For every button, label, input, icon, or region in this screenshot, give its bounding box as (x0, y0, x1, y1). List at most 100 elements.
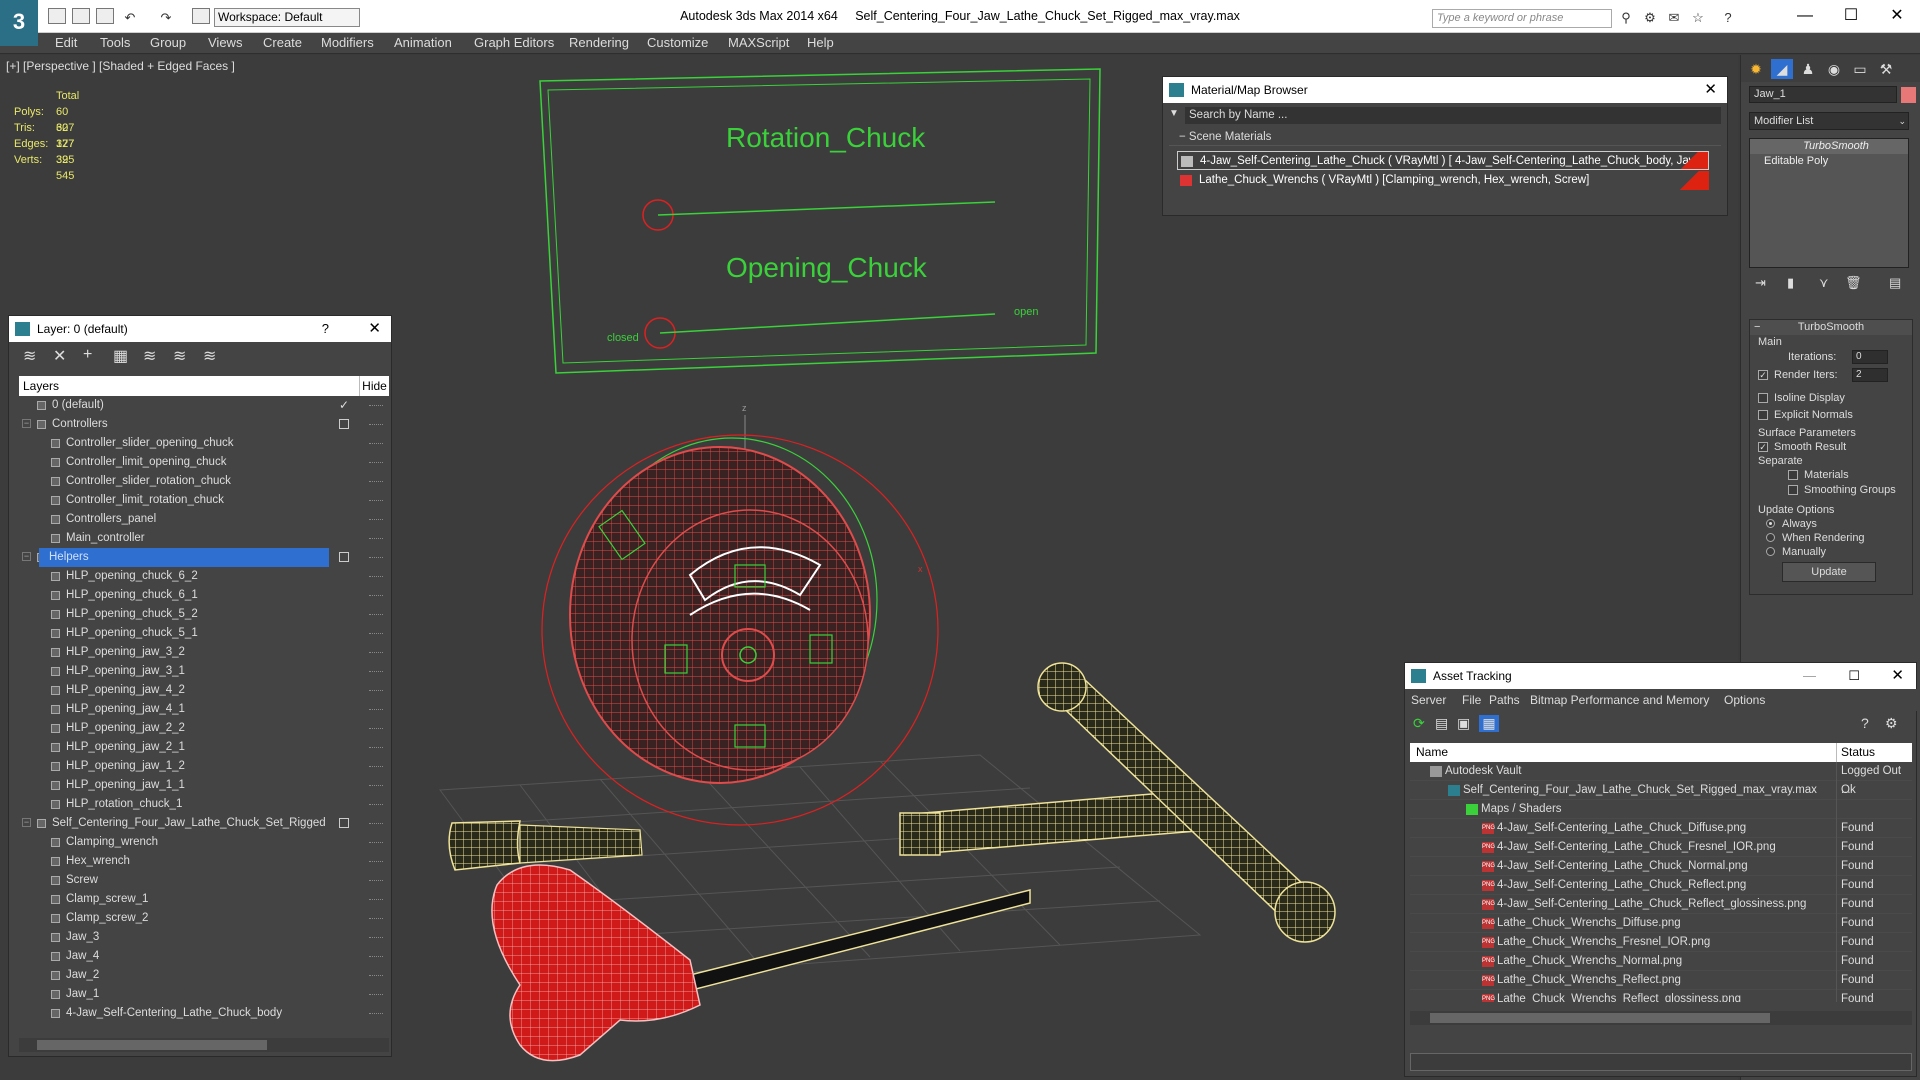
show-end-result-icon[interactable]: ▮ (1787, 275, 1794, 291)
layer-horizontal-scrollbar[interactable] (19, 1038, 389, 1052)
explicit-normals-checkbox[interactable] (1758, 410, 1768, 420)
clamp-screw[interactable] (448, 820, 643, 871)
scene-materials-section[interactable]: − Scene Materials (1169, 128, 1721, 146)
hide-toggle[interactable] (369, 747, 383, 749)
hide-toggle[interactable] (369, 823, 383, 825)
menu-file[interactable]: File (1462, 693, 1481, 707)
current-layer-checkbox[interactable] (339, 552, 349, 562)
layer-row[interactable]: Controller_slider_opening_chuck (19, 434, 389, 453)
col-hide[interactable]: Hide (359, 376, 389, 396)
hide-toggle[interactable] (369, 424, 383, 426)
layer-row[interactable]: HLP_opening_jaw_1_1 (19, 776, 389, 795)
stack-item-turbosmooth[interactable]: TurboSmooth (1750, 139, 1908, 154)
delete-layer-icon[interactable]: ✕ (53, 346, 66, 366)
update-button[interactable]: Update (1782, 562, 1876, 582)
col-status[interactable]: Status (1836, 743, 1912, 762)
open-file-icon[interactable] (72, 8, 90, 24)
hide-toggle[interactable] (369, 538, 383, 540)
menu-help[interactable]: Help (807, 35, 834, 50)
menu-tools[interactable]: Tools (100, 35, 130, 50)
hide-toggle[interactable] (369, 633, 383, 635)
select-objects-icon[interactable]: ▦ (113, 346, 128, 366)
scroll-thumb[interactable] (37, 1040, 267, 1050)
highlight-layer-icon[interactable]: ≋ (143, 346, 156, 366)
object-name-field[interactable]: Jaw_1 (1749, 86, 1897, 103)
layer-row[interactable]: HLP_opening_chuck_6_2 (19, 567, 389, 586)
motion-tab-icon[interactable]: ◉ (1823, 59, 1845, 79)
asset-row[interactable]: PNG Lathe_Chuck_Wrenchs_Reflect_glossines… (1410, 990, 1912, 1002)
binoculars-icon[interactable]: ⚲ (1618, 10, 1634, 26)
layer-panel-title-bar[interactable]: Layer: 0 (default) ? ✕ (9, 316, 391, 342)
remove-modifier-icon[interactable]: 🗑 (1845, 275, 1862, 291)
display-tab-icon[interactable]: ▭ (1849, 59, 1871, 79)
freeze-all-icon[interactable]: ≋ (203, 346, 216, 366)
asset-horizontal-scrollbar[interactable] (1410, 1011, 1912, 1025)
asset-row[interactable]: PNG 4-Jaw_Self-Centering_Lathe_Chuck_Fres… (1410, 838, 1912, 857)
menu-server[interactable]: Server (1411, 693, 1446, 707)
always-radio[interactable] (1766, 519, 1775, 528)
menu-modifiers[interactable]: Modifiers (321, 35, 374, 50)
hide-toggle[interactable] (369, 899, 383, 901)
hide-toggle[interactable] (369, 1013, 383, 1015)
hierarchy-tab-icon[interactable]: ♟ (1797, 59, 1819, 79)
minimize-button[interactable]: — (1782, 0, 1828, 32)
hide-toggle[interactable] (369, 557, 383, 559)
layer-row[interactable]: − Helpers (19, 548, 389, 567)
help-icon[interactable]: ? (1720, 10, 1736, 26)
menu-create[interactable]: Create (263, 35, 302, 50)
menu-views[interactable]: Views (208, 35, 242, 50)
menu-edit[interactable]: Edit (55, 35, 77, 50)
layer-row[interactable]: HLP_opening_chuck_6_1 (19, 586, 389, 605)
col-layers[interactable]: Layers (19, 379, 59, 393)
asset-row[interactable]: PNG 4-Jaw_Self-Centering_Lathe_Chuck_Diff… (1410, 819, 1912, 838)
maximize-button[interactable]: ☐ (1848, 663, 1860, 689)
hide-toggle[interactable] (369, 595, 383, 597)
app-logo-icon[interactable]: 3 (0, 0, 38, 46)
redo-icon[interactable]: ↷ (158, 10, 174, 26)
hex-wrench[interactable] (491, 864, 1031, 1062)
minimize-button[interactable]: — (1803, 663, 1816, 689)
layer-row[interactable]: HLP_rotation_chuck_1 (19, 795, 389, 814)
hide-toggle[interactable] (369, 918, 383, 920)
layer-row[interactable]: Hex_wrench (19, 852, 389, 871)
favorites-icon[interactable]: ☆ (1690, 10, 1706, 26)
layer-row[interactable]: HLP_opening_jaw_2_1 (19, 738, 389, 757)
hide-toggle[interactable] (369, 804, 383, 806)
hide-toggle[interactable] (369, 766, 383, 768)
menu-maxscript[interactable]: MAXScript (728, 35, 789, 50)
asset-row[interactable]: Autodesk Vault Logged Out ... (1410, 762, 1912, 796)
maximize-button[interactable]: ☐ (1828, 0, 1874, 32)
menu-animation[interactable]: Animation (394, 35, 452, 50)
modifier-list-dropdown[interactable]: Modifier List ⌄ (1749, 112, 1909, 130)
hide-toggle[interactable] (369, 481, 383, 483)
layer-row[interactable]: Jaw_3 (19, 928, 389, 947)
material-browser-close-button[interactable]: ✕ (1704, 77, 1717, 103)
collapse-icon[interactable]: − (22, 818, 31, 827)
configure-sets-icon[interactable]: ▤ (1889, 275, 1901, 291)
material-browser-title-bar[interactable]: Material/Map Browser ✕ (1163, 77, 1727, 103)
current-layer-checkbox[interactable] (339, 419, 349, 429)
layer-row[interactable]: Controller_slider_rotation_chuck (19, 472, 389, 491)
layer-row[interactable]: Jaw_2 (19, 966, 389, 985)
table-view-icon[interactable]: ▦ (1479, 715, 1499, 732)
col-name[interactable]: Name (1410, 745, 1448, 759)
help-icon[interactable]: ? (1861, 715, 1869, 731)
workspace-dropdown[interactable]: Workspace: Default (214, 8, 360, 27)
smooth-result-checkbox[interactable]: ✓ (1758, 442, 1768, 452)
hide-toggle[interactable] (369, 671, 383, 673)
layer-row[interactable]: Screw (19, 871, 389, 890)
smoothing-groups-checkbox[interactable] (1788, 485, 1798, 495)
render-iters-checkbox[interactable]: ✓ (1758, 370, 1768, 380)
hide-toggle[interactable] (369, 994, 383, 996)
menu-rendering[interactable]: Rendering (569, 35, 629, 50)
menu-group[interactable]: Group (150, 35, 186, 50)
hide-toggle[interactable] (369, 728, 383, 730)
search-input[interactable]: Type a keyword or phrase (1432, 9, 1612, 28)
menu-options[interactable]: Options (1724, 693, 1765, 707)
utilities-tab-icon[interactable]: ⚒ (1875, 59, 1897, 79)
add-to-layer-icon[interactable]: + (83, 346, 92, 364)
layer-row[interactable]: HLP_opening_jaw_4_1 (19, 700, 389, 719)
layer-row[interactable]: − Self_Centering_Four_Jaw_Lathe_Chuck_Set… (19, 814, 389, 833)
asset-row[interactable]: Self_Centering_Four_Jaw_Lathe_Chuck_Set_… (1410, 781, 1912, 800)
asset-row[interactable]: PNG Lathe_Chuck_Wrenchs_Diffuse.png Found (1410, 914, 1912, 933)
